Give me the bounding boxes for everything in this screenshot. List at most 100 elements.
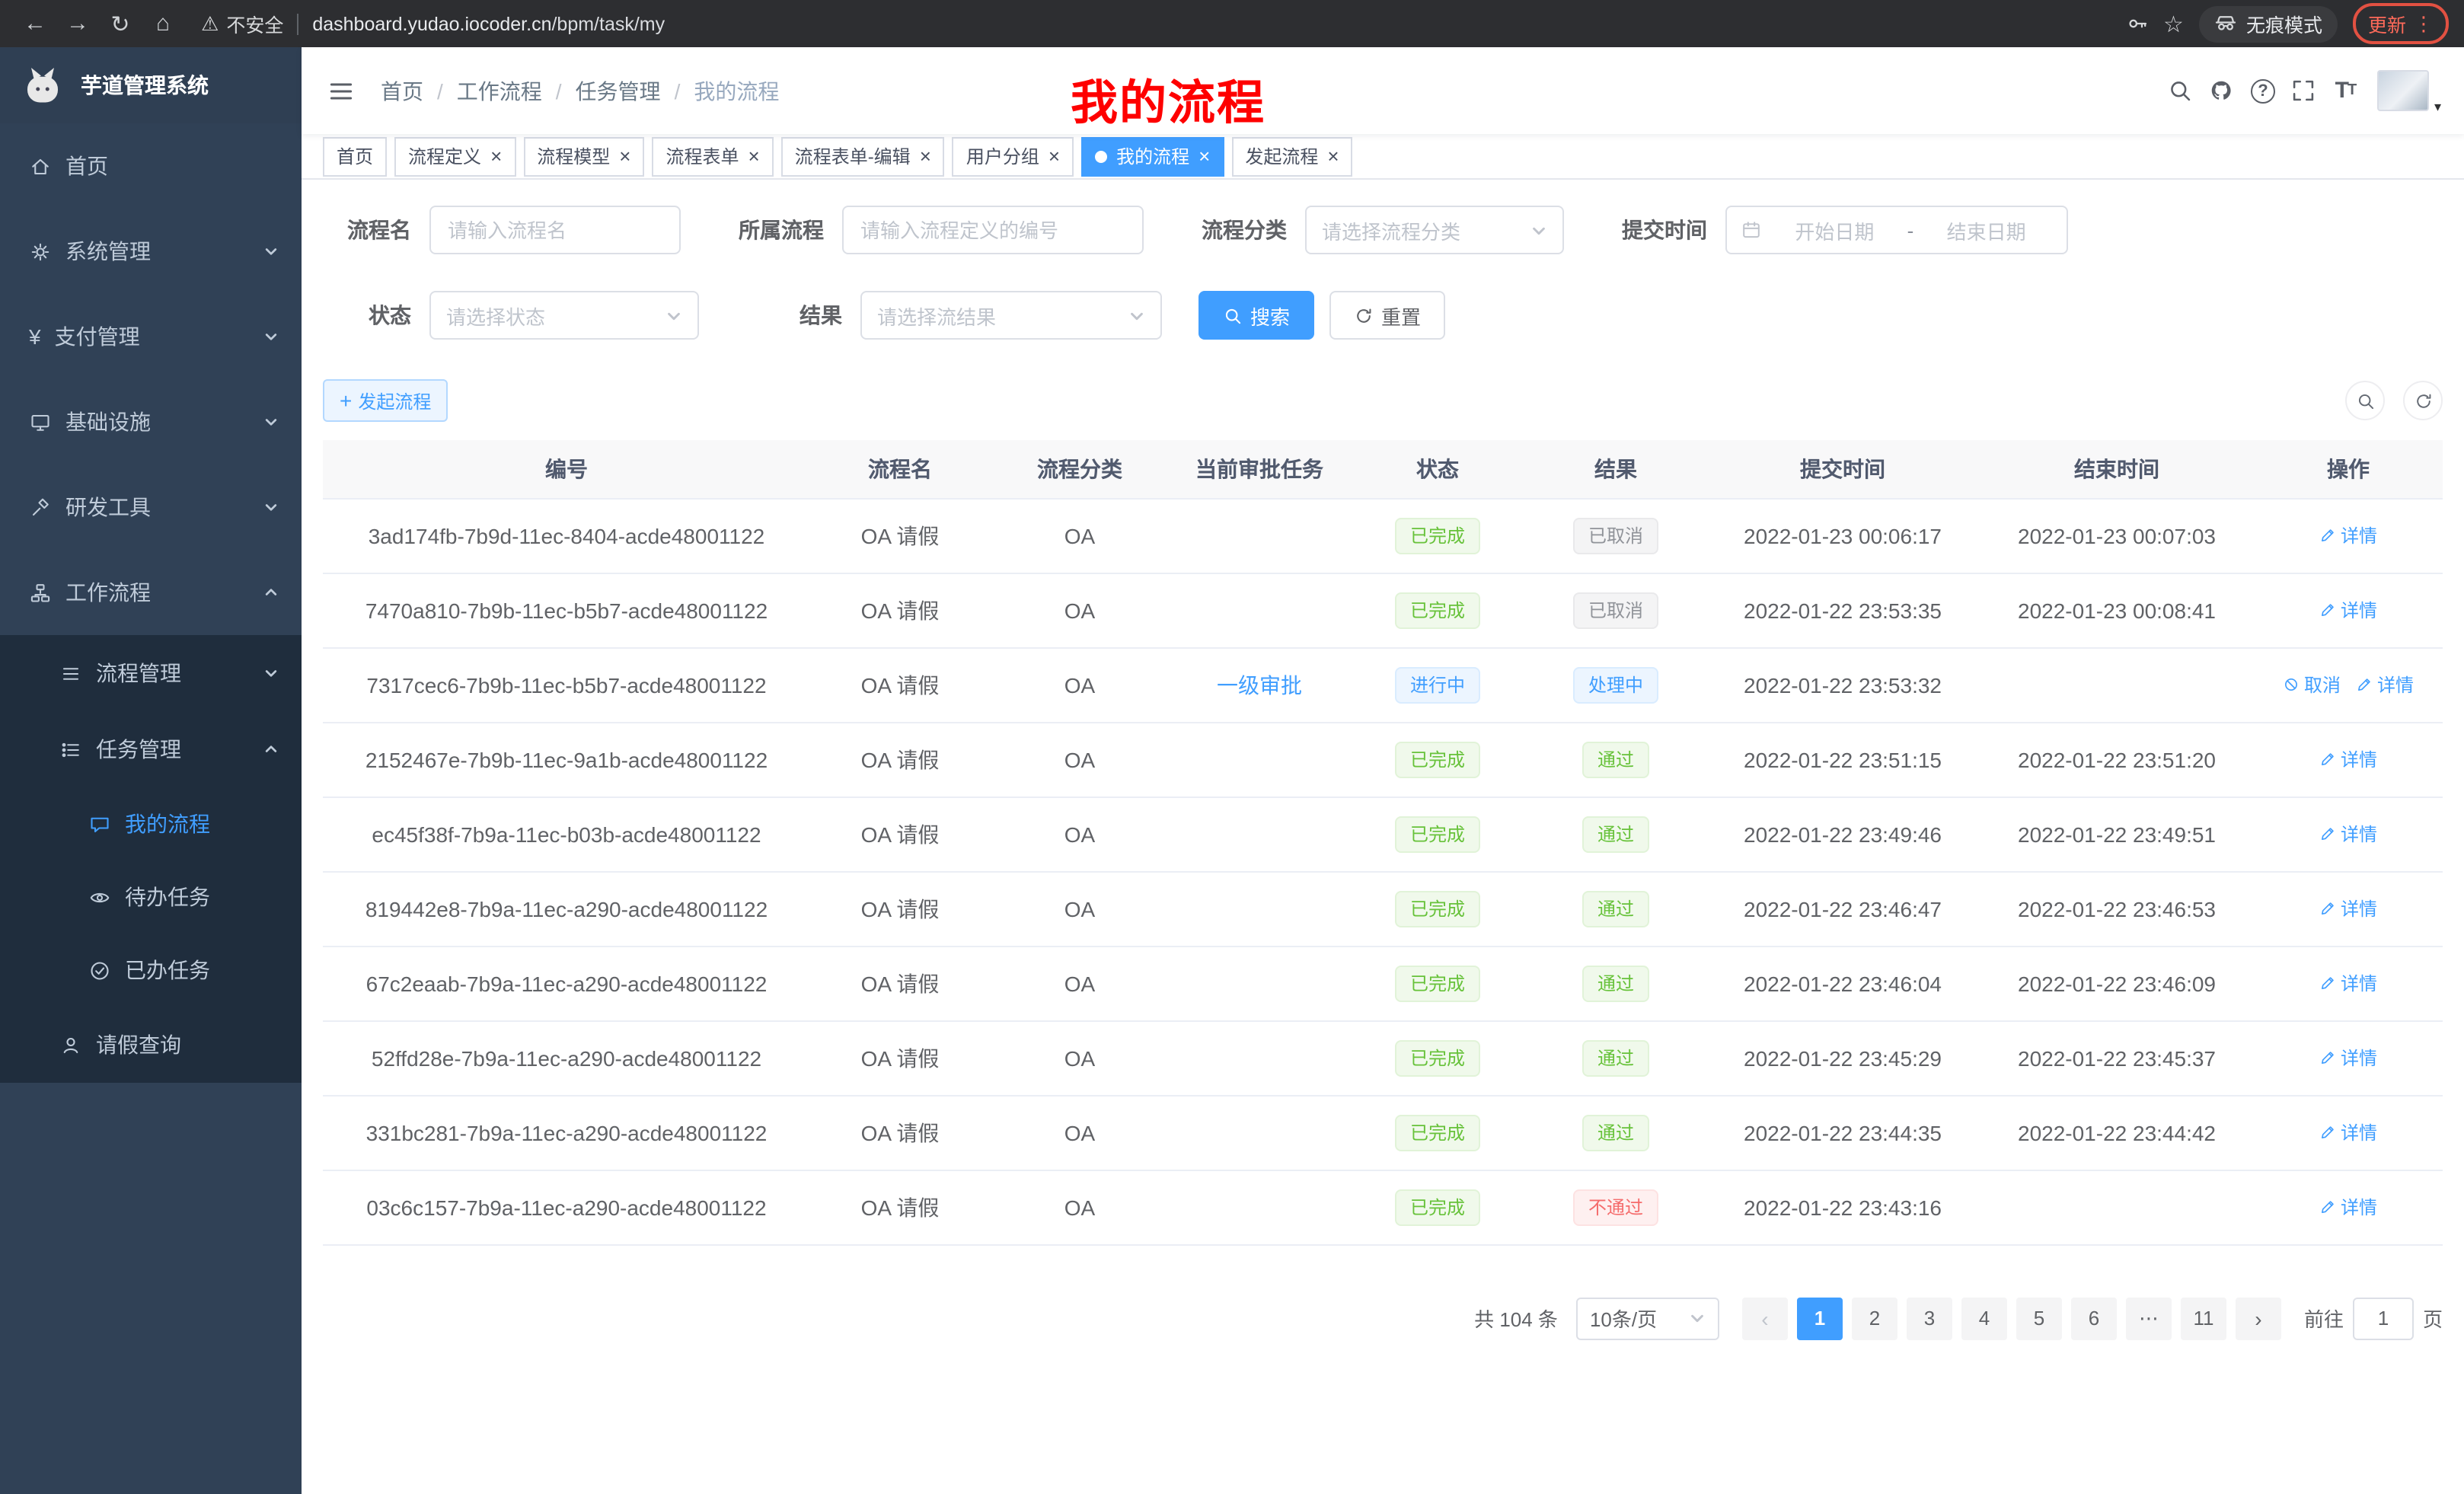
edit-icon: [2319, 900, 2336, 917]
detail-action[interactable]: 详情: [2319, 895, 2377, 921]
detail-action[interactable]: 详情: [2319, 522, 2377, 548]
avatar-caret-icon[interactable]: ▾: [2434, 99, 2441, 116]
detail-action[interactable]: 详情: [2319, 746, 2377, 772]
cell-end-time: 2022-01-22 23:45:37: [1980, 1020, 2254, 1095]
cell-submit-time: 2022-01-22 23:53:32: [1706, 647, 1980, 722]
parent-process-input[interactable]: [842, 206, 1144, 254]
tab-start-process[interactable]: 发起流程×: [1231, 136, 1352, 176]
cell-current-task: [1170, 1170, 1349, 1244]
search-icon[interactable]: [2160, 70, 2201, 111]
fullscreen-icon[interactable]: [2284, 70, 2325, 111]
toggle-search-icon[interactable]: [2345, 381, 2385, 420]
sidebar-item-home[interactable]: 首页: [0, 123, 302, 209]
status-tag: 已完成: [1395, 1189, 1480, 1225]
sidebar-item-process-mgmt[interactable]: 流程管理: [0, 635, 302, 711]
pager-page-2[interactable]: 2: [1852, 1297, 1897, 1339]
breadcrumb-task-mgmt[interactable]: 任务管理: [576, 75, 661, 106]
close-icon[interactable]: ×: [1327, 146, 1339, 166]
detail-action[interactable]: 详情: [2319, 970, 2377, 996]
cell-submit-time: 2022-01-22 23:53:35: [1706, 573, 1980, 647]
font-size-icon[interactable]: TT: [2325, 70, 2366, 111]
sidebar-item-infrastructure[interactable]: 基础设施: [0, 379, 302, 464]
tab-user-group[interactable]: 用户分组×: [953, 136, 1074, 176]
sidebar-item-system[interactable]: 系统管理: [0, 209, 302, 294]
reset-button[interactable]: 重置: [1329, 291, 1445, 340]
yen-icon: ¥: [29, 326, 41, 347]
hamburger-icon[interactable]: [324, 77, 358, 104]
tab-process-definition[interactable]: 流程定义×: [394, 136, 515, 176]
forward-icon[interactable]: →: [58, 11, 97, 37]
key-icon[interactable]: [2125, 12, 2148, 35]
sidebar-item-my-process[interactable]: 我的流程: [0, 787, 302, 860]
tab-my-process[interactable]: 我的流程×: [1081, 136, 1224, 176]
category-select[interactable]: 请选择流程分类: [1305, 206, 1564, 254]
current-task-link[interactable]: 一级审批: [1217, 672, 1302, 697]
sidebar-item-leave-query[interactable]: 请假查询: [0, 1007, 302, 1083]
detail-action[interactable]: 详情: [2356, 672, 2414, 698]
tab-process-model[interactable]: 流程模型×: [523, 136, 644, 176]
tab-label: 流程表单: [665, 143, 739, 169]
address-bar[interactable]: ⚠ 不安全 dashboard.yudao.iocoder.cn/bpm/tas…: [201, 0, 2107, 47]
pager-page-5[interactable]: 5: [2016, 1297, 2062, 1339]
back-icon[interactable]: ←: [15, 11, 55, 37]
detail-action[interactable]: 详情: [2319, 597, 2377, 623]
sidebar-item-workflow[interactable]: 工作流程: [0, 550, 302, 635]
tab-process-form[interactable]: 流程表单 ×: [652, 136, 773, 176]
goto-page-input[interactable]: [2353, 1297, 2414, 1339]
close-icon[interactable]: ×: [920, 146, 931, 166]
sidebar-item-done-tasks[interactable]: 已办任务: [0, 934, 302, 1007]
detail-action[interactable]: 详情: [2319, 821, 2377, 847]
sidebar-item-payment[interactable]: ¥支付管理: [0, 294, 302, 379]
bookmark-star-icon[interactable]: ☆: [2163, 10, 2184, 37]
calendar-icon: [1741, 219, 1762, 241]
close-icon[interactable]: ×: [1048, 146, 1060, 166]
breadcrumb-home[interactable]: 首页: [381, 75, 423, 106]
status-label: 状态: [323, 300, 411, 330]
submit-time-range[interactable]: 开始日期 - 结束日期: [1725, 206, 2068, 254]
tab-process-form-edit[interactable]: 流程表单-编辑×: [781, 136, 945, 176]
pager-ellipsis[interactable]: ⋯: [2126, 1297, 2172, 1339]
sidebar-item-task-mgmt[interactable]: 任务管理: [0, 711, 302, 787]
incognito-badge[interactable]: 无痕模式: [2199, 5, 2338, 42]
search-button[interactable]: 搜索: [1198, 291, 1314, 340]
start-process-button[interactable]: + 发起流程: [323, 379, 448, 422]
sidebar-item-todo-tasks[interactable]: 待办任务: [0, 860, 302, 934]
tab-home[interactable]: 首页: [323, 136, 387, 176]
status-tag: 已完成: [1395, 965, 1480, 1001]
help-icon[interactable]: ?: [2242, 70, 2284, 111]
close-icon[interactable]: ×: [490, 146, 502, 166]
reload-icon[interactable]: ↻: [101, 10, 140, 37]
update-button[interactable]: 更新 ⋮: [2353, 3, 2449, 44]
breadcrumb-workflow[interactable]: 工作流程: [457, 75, 542, 106]
next-page-button[interactable]: ›: [2236, 1297, 2281, 1339]
pager-page-1[interactable]: 1: [1797, 1297, 1843, 1339]
result-tag: 通过: [1582, 816, 1649, 852]
close-icon[interactable]: ×: [748, 146, 760, 166]
detail-action[interactable]: 详情: [2319, 1194, 2377, 1220]
detail-action[interactable]: 详情: [2319, 1045, 2377, 1071]
github-icon[interactable]: [2201, 70, 2242, 111]
detail-action[interactable]: 详情: [2319, 1119, 2377, 1145]
workflow-submenu: 流程管理任务管理我的流程待办任务已办任务请假查询: [0, 635, 302, 1083]
status-select[interactable]: 请选择状态: [429, 291, 699, 340]
close-icon[interactable]: ×: [619, 146, 630, 166]
prev-page-button[interactable]: ‹: [1742, 1297, 1788, 1339]
avatar[interactable]: [2378, 70, 2430, 111]
pager-page-3[interactable]: 3: [1907, 1297, 1952, 1339]
pager-page-4[interactable]: 4: [1961, 1297, 2007, 1339]
pager-page-11[interactable]: 11: [2181, 1297, 2226, 1339]
cancel-action[interactable]: 取消: [2283, 672, 2341, 698]
close-icon[interactable]: ×: [1198, 146, 1210, 166]
table-refresh-icon[interactable]: [2403, 381, 2443, 420]
cell-actions: 详情: [2254, 1020, 2443, 1095]
pager-page-6[interactable]: 6: [2071, 1297, 2117, 1339]
browser-home-icon[interactable]: ⌂: [143, 11, 183, 37]
sidebar-item-devtools[interactable]: 研发工具: [0, 464, 302, 550]
kebab-menu-icon[interactable]: ⋮: [2414, 14, 2434, 34]
list-icon: [59, 662, 82, 685]
page-size-select[interactable]: 10条/页: [1576, 1297, 1719, 1339]
result-select[interactable]: 请选择流结果: [860, 291, 1162, 340]
process-name-input[interactable]: [429, 206, 681, 254]
gear-icon: [29, 240, 52, 263]
tabs-bar: 首页流程定义×流程模型×流程表单×流程表单-编辑×用户分组×我的流程×发起流程×: [302, 134, 2464, 180]
